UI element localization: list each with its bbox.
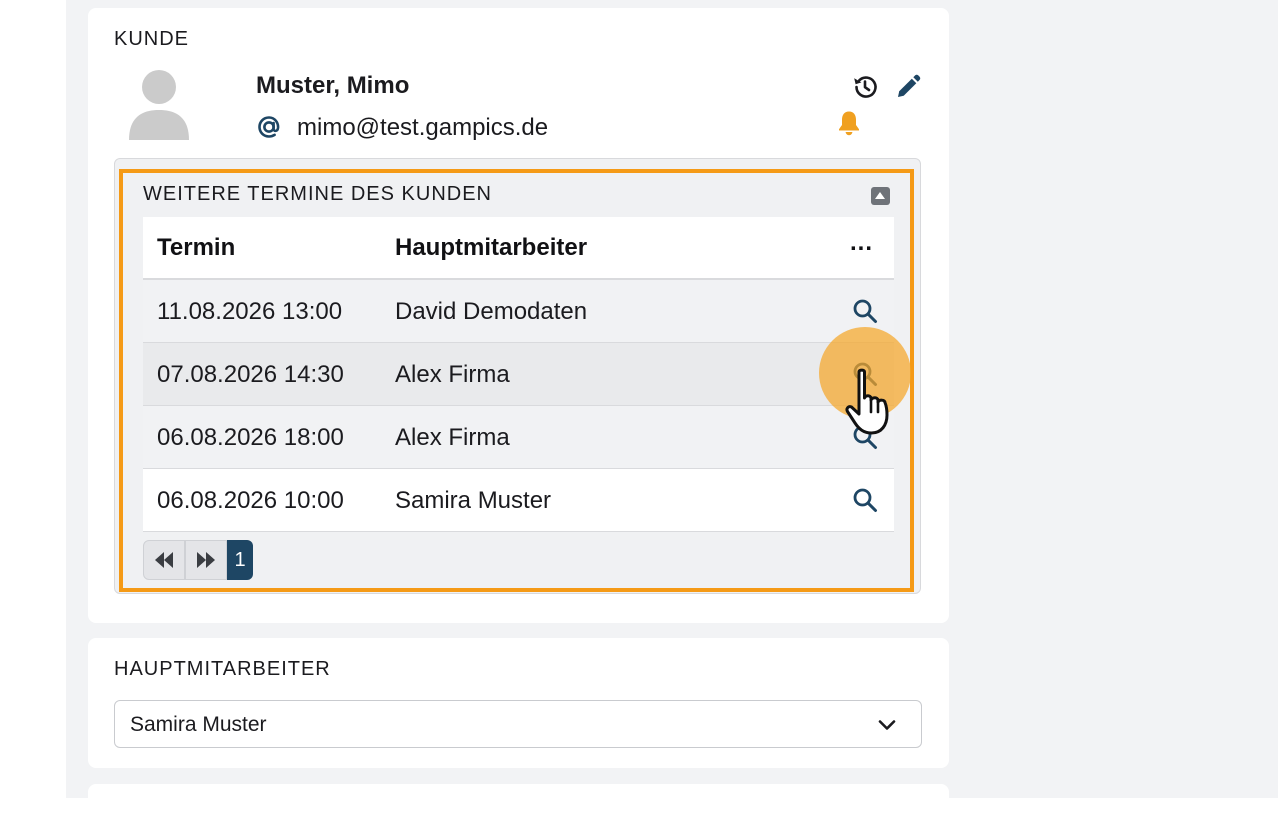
hauptmitarbeiter-select[interactable]: Samira Muster (114, 700, 922, 748)
history-icon[interactable] (851, 73, 879, 101)
column-header-termin[interactable]: Termin (157, 234, 235, 262)
row-hauptmitarbeiter: Alex Firma (395, 361, 510, 388)
table-row[interactable]: 06.08.2026 18:00 Alex Firma (143, 406, 894, 469)
hauptmitarbeiter-section-title: HAUPTMITARBEITER (114, 658, 331, 680)
last-page-button[interactable] (185, 540, 227, 580)
search-icon[interactable] (852, 298, 878, 324)
chevron-down-icon (878, 720, 896, 730)
table-row[interactable]: 06.08.2026 10:00 Samira Muster (143, 469, 894, 532)
bell-icon[interactable] (836, 109, 862, 137)
customer-email: mimo@test.gampics.de (297, 114, 549, 141)
row-termin: 06.08.2026 18:00 (157, 424, 344, 451)
table-header: Termin Hauptmitarbeiter ... (143, 217, 894, 280)
table-row[interactable]: 11.08.2026 13:00 David Demodaten (143, 280, 894, 343)
table-row[interactable]: 07.08.2026 14:30 Alex Firma (143, 343, 894, 406)
column-header-hauptmitarbeiter[interactable]: Hauptmitarbeiter (395, 234, 587, 262)
row-hauptmitarbeiter: Samira Muster (395, 487, 552, 514)
pagination: 1 (143, 540, 253, 580)
search-icon[interactable] (852, 487, 878, 513)
row-hauptmitarbeiter: David Demodaten (395, 298, 588, 325)
row-termin: 07.08.2026 14:30 (157, 361, 344, 388)
at-icon (258, 116, 280, 138)
search-icon[interactable] (852, 424, 878, 450)
double-chevron-left-icon (155, 552, 173, 568)
next-card (88, 784, 949, 824)
first-page-button[interactable] (143, 540, 185, 580)
kunde-section-title: KUNDE (114, 28, 190, 50)
collapse-icon[interactable] (871, 187, 890, 205)
customer-name: Muster, Mimo (256, 72, 410, 99)
appointments-panel-title: WEITERE TERMINE DES KUNDEN (143, 183, 492, 205)
column-options-button[interactable]: ... (850, 229, 873, 257)
user-avatar-icon (129, 70, 189, 140)
hauptmitarbeiter-select-value: Samira Muster (130, 713, 267, 736)
double-chevron-right-icon (197, 552, 215, 568)
appointments-table: Termin Hauptmitarbeiter ... 11.08.2026 1… (143, 217, 894, 532)
row-termin: 06.08.2026 10:00 (157, 487, 344, 514)
row-hauptmitarbeiter: Alex Firma (395, 424, 510, 451)
pencil-icon[interactable] (894, 73, 922, 101)
row-termin: 11.08.2026 13:00 (157, 298, 343, 325)
search-icon[interactable] (852, 361, 878, 387)
page-number-button[interactable]: 1 (227, 540, 253, 580)
